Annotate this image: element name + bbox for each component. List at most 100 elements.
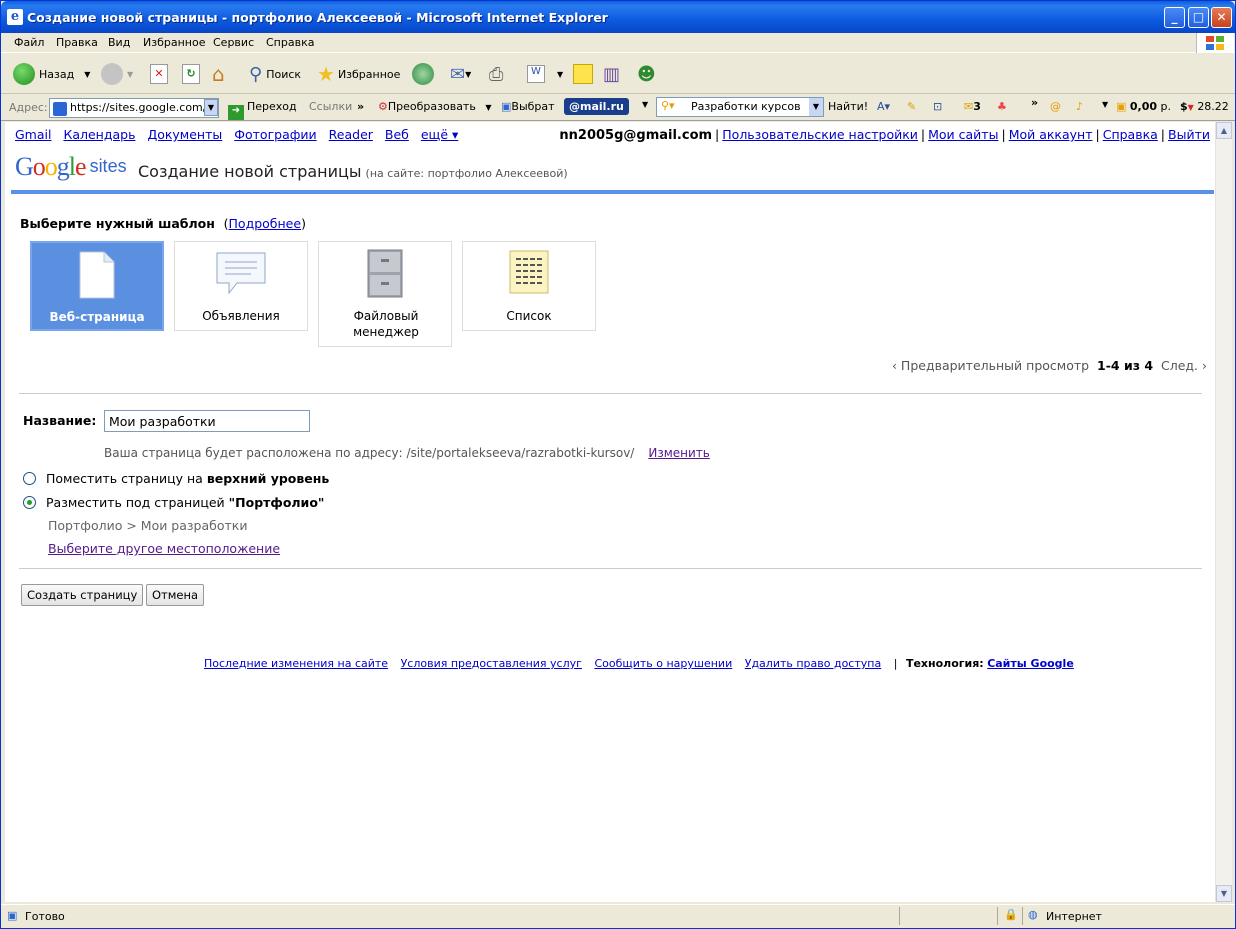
window-title: Создание новой страницы - портфолио Алек…	[27, 10, 608, 25]
gbar-my-account[interactable]: Мой аккаунт	[1009, 127, 1093, 142]
pager-next[interactable]: След. ›	[1161, 358, 1207, 373]
zoom-icon[interactable]: ⊡	[933, 100, 942, 113]
word-icon: W	[527, 65, 545, 83]
gbar-gmail[interactable]: Gmail	[15, 127, 51, 142]
menu-edit[interactable]: Правка	[56, 36, 98, 49]
music-icon[interactable]: ♪	[1076, 100, 1083, 113]
footer-terms[interactable]: Условия предоставления услуг	[401, 657, 582, 670]
mailru-search-input[interactable]: Разработки курсов ⚲▾ ▼	[656, 97, 824, 117]
choose-location-link[interactable]: Выберите другое местоположение	[48, 541, 280, 556]
radio-button-selected[interactable]	[23, 496, 36, 509]
logo-google: Google	[15, 152, 87, 181]
file-cabinet-icon	[367, 249, 403, 298]
notes-button[interactable]	[573, 61, 593, 87]
template-label: Список	[506, 309, 552, 323]
print-icon: ⎙	[489, 63, 504, 85]
links-more[interactable]: »	[357, 100, 364, 113]
search-dropdown[interactable]: ▼	[809, 98, 823, 116]
footer-remove-access[interactable]: Удалить право доступа	[745, 657, 881, 670]
page-name-input[interactable]	[104, 410, 310, 432]
gbar-my-sites[interactable]: Мои сайты	[928, 127, 998, 142]
scroll-up-button[interactable]: ▲	[1216, 122, 1232, 139]
globe-icon: ◍	[1028, 908, 1038, 921]
find-button[interactable]: Найти!	[828, 100, 868, 113]
status-text: Готово	[25, 910, 65, 923]
cancel-button[interactable]: Отмена	[146, 584, 205, 606]
radio-under-page[interactable]: Разместить под страницей "Портфолио"	[23, 495, 324, 510]
menu-view[interactable]: Вид	[108, 36, 130, 49]
mailbox-button[interactable]: ✉3	[964, 100, 981, 113]
create-page-button[interactable]: Создать страницу	[21, 584, 144, 606]
mailru-logo[interactable]: @mail.ru	[564, 98, 629, 115]
gbar-web[interactable]: Веб	[385, 127, 409, 142]
gbar-settings[interactable]: Пользовательские настройки	[722, 127, 918, 142]
select-button[interactable]: ▣Выбрат	[501, 100, 555, 113]
pager-prev[interactable]: ‹ Предварительный просмотр	[892, 358, 1089, 373]
messenger-button[interactable]: ☻	[637, 61, 656, 87]
highlight-icon[interactable]: ✎	[907, 100, 916, 113]
agent-icon[interactable]: ♣	[997, 100, 1007, 113]
stop-button[interactable]: ✕	[150, 61, 168, 87]
address-dropdown[interactable]: ▼	[204, 99, 218, 116]
home-button[interactable]: ⌂	[212, 61, 225, 87]
vertical-scrollbar[interactable]: ▲ ▼	[1215, 122, 1232, 902]
template-announcements[interactable]: Объявления	[174, 241, 308, 331]
minimize-button[interactable]: _	[1164, 7, 1185, 28]
forward-arrow-icon	[101, 63, 123, 85]
convert-button[interactable]: ⚙Преобразовать ▼	[378, 100, 491, 113]
divider	[19, 393, 1202, 394]
mail-button[interactable]: ✉ ▼	[450, 61, 471, 87]
announcement-icon	[216, 252, 266, 295]
radio-top-level[interactable]: Поместить страницу на верхний уровень	[23, 471, 329, 486]
mailru-dropdown[interactable]: ▼	[642, 100, 648, 109]
search-magnifier-icon: ⚲▾	[661, 99, 675, 112]
address-input[interactable]: https://sites.google.com/si	[49, 98, 219, 118]
research-button[interactable]: ▥	[603, 61, 620, 87]
gbar-photos[interactable]: Фотографии	[234, 127, 316, 142]
edit-button[interactable]: W ▼	[527, 61, 563, 87]
forward-button[interactable]: ▼	[101, 61, 133, 87]
template-web-page[interactable]: Веб-страница	[30, 241, 164, 331]
gbar-calendar[interactable]: Календарь	[63, 127, 135, 142]
footer-google-sites-link[interactable]: Сайты Google	[987, 657, 1074, 670]
google-sites-logo[interactable]: Google sites	[15, 152, 127, 182]
more-chevron[interactable]: »	[1031, 96, 1038, 109]
template-file-cabinet[interactable]: Файловый менеджер	[318, 241, 452, 347]
search-button[interactable]: ⚲ Поиск	[249, 61, 301, 87]
gbar-help[interactable]: Справка	[1103, 127, 1158, 142]
history-button[interactable]	[412, 61, 438, 87]
address-label: Адрес:	[9, 101, 48, 114]
refresh-button[interactable]: ↻	[182, 61, 200, 87]
maximize-button[interactable]: □	[1188, 7, 1209, 28]
footer-report-abuse[interactable]: Сообщить о нарушении	[594, 657, 732, 670]
menu-help[interactable]: Справка	[266, 36, 314, 49]
menu-file[interactable]: Файл	[14, 36, 44, 49]
go-label: Переход	[247, 100, 297, 113]
menu-favorites[interactable]: Избранное	[143, 36, 205, 49]
links-label[interactable]: Ссылки	[309, 100, 352, 113]
template-label: Файловый менеджер	[353, 309, 419, 339]
music-dropdown[interactable]: ▼	[1102, 100, 1108, 109]
font-icon[interactable]: A▾	[877, 100, 890, 113]
menu-tools[interactable]: Сервис	[213, 36, 254, 49]
gbar-documents[interactable]: Документы	[147, 127, 222, 142]
back-button[interactable]: Назад ▼	[13, 61, 90, 87]
gbar-reader[interactable]: Reader	[329, 127, 373, 142]
go-button[interactable]: ➜ Переход	[228, 100, 297, 120]
template-list[interactable]: Список	[462, 241, 596, 331]
footer-recent-changes[interactable]: Последние изменения на сайте	[204, 657, 388, 670]
title-bar: e Создание новой страницы - портфолио Ал…	[1, 1, 1235, 33]
favorites-button[interactable]: ★ Избранное	[317, 61, 400, 87]
close-button[interactable]: ✕	[1211, 7, 1232, 28]
template-label: Объявления	[202, 309, 280, 323]
radio-button[interactable]	[23, 472, 36, 485]
money-widget[interactable]: ▣ 0,00 р.	[1116, 100, 1171, 113]
currency-widget[interactable]: $▼ 28.22	[1180, 100, 1229, 113]
print-button[interactable]: ⎙	[489, 61, 503, 87]
at-icon[interactable]: @	[1050, 100, 1061, 113]
more-info-link[interactable]: Подробнее	[229, 216, 302, 231]
gbar-more[interactable]: ещё ▾	[421, 127, 458, 142]
change-url-link[interactable]: Изменить	[648, 446, 710, 460]
gbar-signout[interactable]: Выйти	[1168, 127, 1210, 142]
scroll-down-button[interactable]: ▼	[1216, 885, 1232, 902]
